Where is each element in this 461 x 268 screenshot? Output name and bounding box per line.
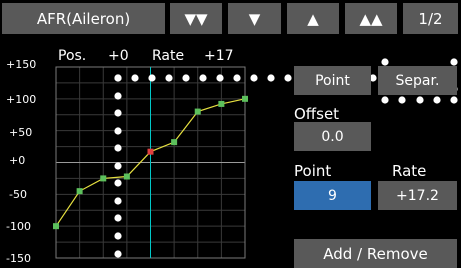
guide-dot [199,74,207,82]
guide-dot [416,96,424,104]
guide-dot [114,162,122,170]
offset-label: Offset [294,105,340,123]
guide-dot [114,232,122,240]
guide-dot [450,58,458,66]
guide-dot [284,74,292,82]
point-marker [194,108,201,115]
guide-dot [433,96,441,104]
guide-dot [182,74,190,82]
point-marker [171,139,178,146]
add-remove-button[interactable]: Add / Remove [294,239,457,268]
guide-dot [148,74,156,82]
point-marker [53,223,59,230]
point-marker [242,95,248,102]
guide-dot [114,109,122,117]
rate-field-label: Rate [392,162,427,180]
point-label: Point [294,162,332,180]
guide-dot [267,74,275,82]
point-marker [218,100,225,107]
rate-value-field[interactable]: +17.2 [378,181,457,210]
guide-dot [381,58,389,66]
separate-button[interactable]: Separ. [378,66,457,95]
guide-dot [233,74,241,82]
guide-dot [131,74,139,82]
point-value-field[interactable]: 9 [294,181,371,210]
guide-dot [114,92,122,100]
current-point-marker [147,148,154,155]
point-marker [76,188,83,195]
offset-value-field[interactable]: 0.0 [294,122,371,151]
guide-dot [216,74,224,82]
guide-dot [114,250,122,258]
guide-dot [381,96,389,104]
point-button[interactable]: Point [294,66,371,95]
guide-dot [114,144,122,152]
guide-dot [398,96,406,104]
guide-dot [114,127,122,135]
point-marker [100,175,107,182]
guide-dot [114,197,122,205]
guide-dot [165,74,173,82]
guide-dot [450,96,458,104]
guide-dot [114,74,122,82]
point-marker [123,173,130,180]
guide-dot [114,179,122,187]
guide-dot [250,74,258,82]
guide-dot [114,214,122,222]
curve-graph[interactable] [0,0,461,265]
